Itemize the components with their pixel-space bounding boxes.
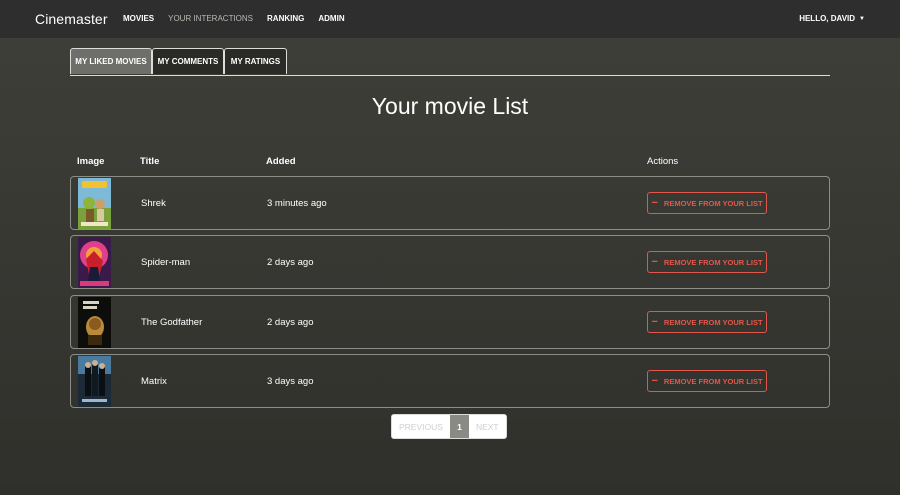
nav-links: MOVIES YOUR INTERACTIONS RANKING ADMIN: [123, 14, 359, 23]
tab-my-comments[interactable]: MY COMMENTS: [152, 48, 224, 74]
remove-from-list-button[interactable]: − REMOVE FROM YOUR LIST: [647, 192, 767, 214]
tab-my-ratings[interactable]: MY RATINGS: [224, 48, 287, 74]
remove-from-list-button[interactable]: − REMOVE FROM YOUR LIST: [647, 251, 767, 273]
table-row: Spider-man 2 days ago − REMOVE FROM YOUR …: [70, 235, 830, 289]
spider-man-poster-icon: [78, 237, 111, 288]
remove-from-list-button[interactable]: − REMOVE FROM YOUR LIST: [647, 311, 767, 333]
pagination: PREVIOUS 1 NEXT: [391, 414, 507, 439]
previous-page-button[interactable]: PREVIOUS: [392, 415, 450, 438]
godfather-poster-icon: [78, 297, 111, 348]
tab-my-liked-movies[interactable]: MY LIKED MOVIES: [70, 48, 152, 74]
table-row: The Godfather 2 days ago − REMOVE FROM YO…: [70, 295, 830, 349]
nav-link-movies[interactable]: MOVIES: [123, 14, 154, 23]
chevron-down-icon: ▼: [859, 16, 865, 22]
nav-link-admin[interactable]: ADMIN: [318, 14, 344, 23]
added-time: 3 days ago: [267, 376, 314, 387]
shrek-poster-icon: [78, 178, 111, 229]
current-page-button[interactable]: 1: [449, 415, 469, 438]
minus-icon: −: [651, 196, 658, 209]
column-header-title: Title: [140, 156, 160, 167]
nav-link-your-interactions[interactable]: YOUR INTERACTIONS: [168, 14, 253, 23]
remove-from-list-button[interactable]: − REMOVE FROM YOUR LIST: [647, 370, 767, 392]
movie-title[interactable]: The Godfather: [141, 317, 202, 328]
interaction-tabs: MY LIKED MOVIES MY COMMENTS MY RATINGS: [70, 48, 830, 76]
remove-button-label: REMOVE FROM YOUR LIST: [663, 317, 763, 327]
matrix-poster-icon: [78, 356, 111, 407]
table-header: Image Title Added Actions: [70, 156, 830, 170]
page-title: Your movie List: [371, 93, 529, 119]
column-header-image: Image: [77, 156, 105, 167]
minus-icon: −: [651, 374, 658, 387]
remove-button-label: REMOVE FROM YOUR LIST: [663, 376, 763, 386]
column-header-added: Added: [266, 156, 296, 167]
added-time: 2 days ago: [267, 317, 314, 328]
movie-title[interactable]: Shrek: [141, 198, 166, 209]
nav-link-ranking[interactable]: RANKING: [267, 14, 304, 23]
remove-button-label: REMOVE FROM YOUR LIST: [663, 198, 763, 208]
minus-icon: −: [651, 315, 658, 328]
column-header-actions: Actions: [647, 156, 679, 167]
top-navbar: Cinemaster MOVIES YOUR INTERACTIONS RANK…: [0, 0, 900, 38]
movie-title[interactable]: Spider-man: [141, 257, 190, 268]
next-page-button[interactable]: NEXT: [468, 415, 506, 438]
minus-icon: −: [651, 255, 658, 268]
remove-button-label: REMOVE FROM YOUR LIST: [663, 257, 763, 267]
table-row: Shrek 3 minutes ago − REMOVE FROM YOUR LI…: [70, 176, 830, 230]
movie-title[interactable]: Matrix: [141, 376, 167, 387]
user-menu-dropdown[interactable]: HELLO, DAVID ▼: [799, 14, 865, 23]
added-time: 3 minutes ago: [267, 198, 327, 209]
user-greeting: HELLO, DAVID: [799, 14, 856, 23]
table-row: Matrix 3 days ago − REMOVE FROM YOUR LIST: [70, 354, 830, 408]
added-time: 2 days ago: [267, 257, 314, 268]
brand-logo[interactable]: Cinemaster: [35, 11, 108, 27]
